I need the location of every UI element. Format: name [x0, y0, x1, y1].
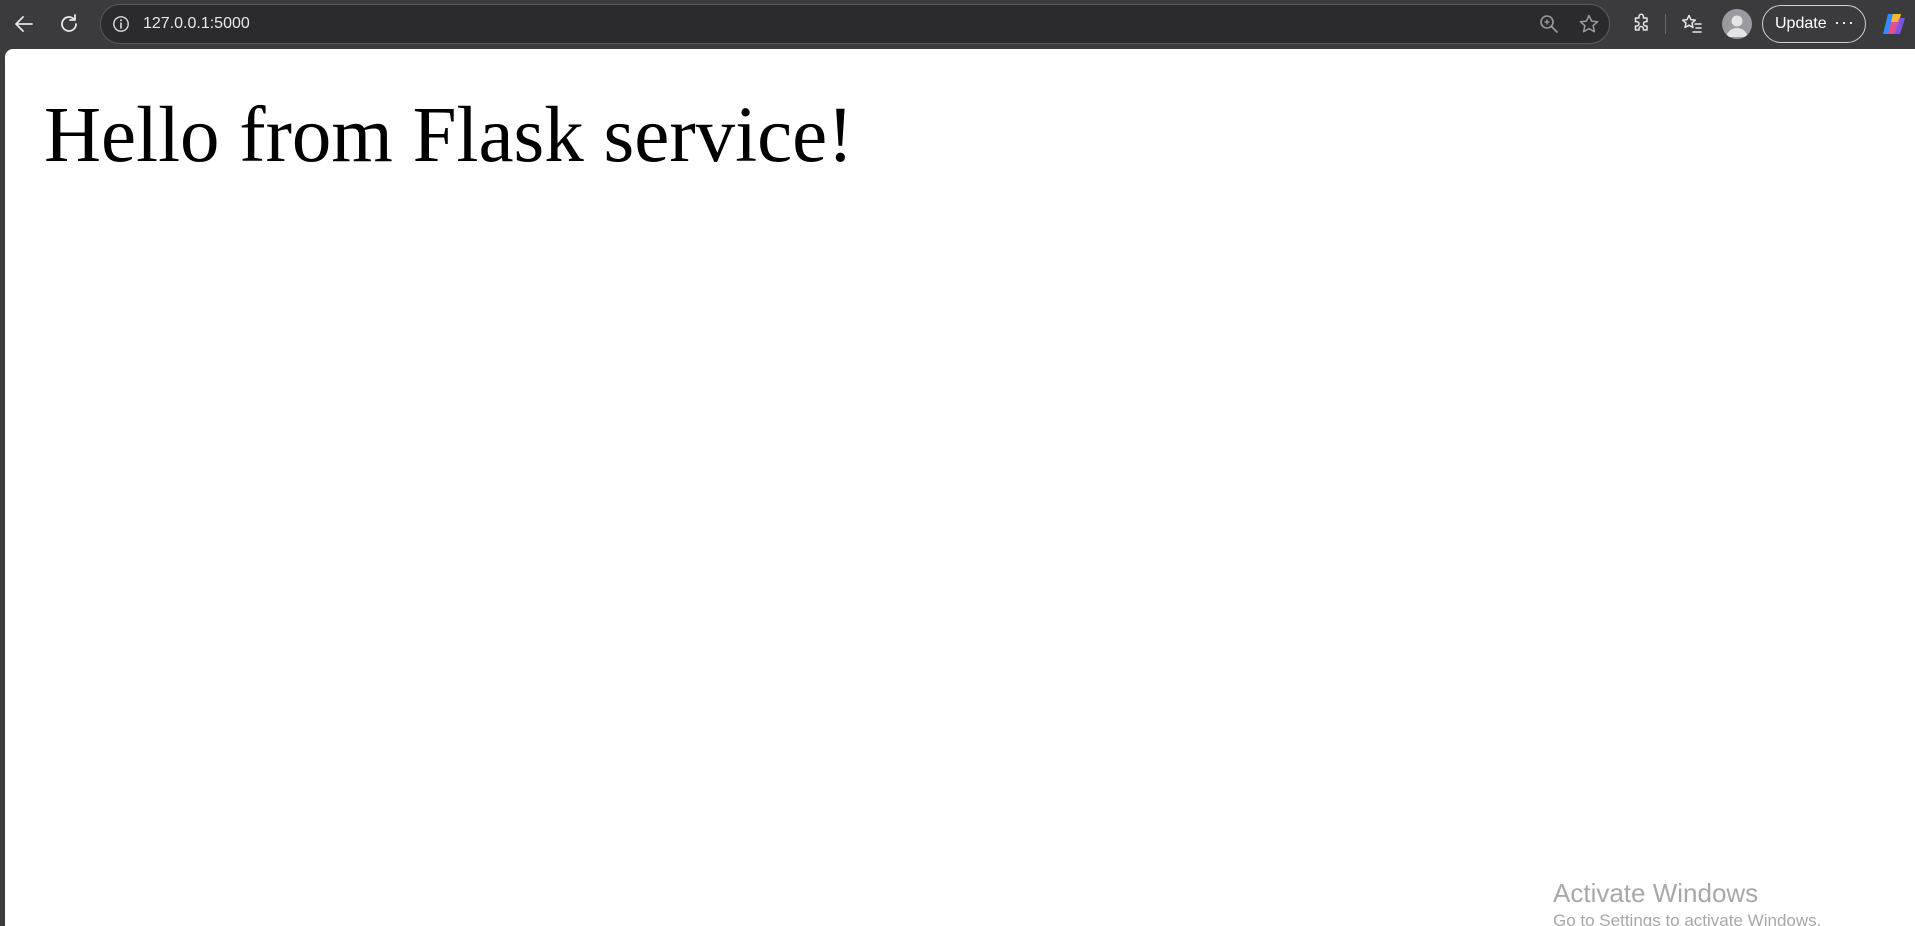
page-heading: Hello from Flask service! — [44, 92, 854, 179]
puzzle-icon — [1634, 13, 1648, 31]
zoom-in-icon — [1540, 15, 1558, 33]
reload-icon — [61, 14, 77, 32]
info-icon — [113, 16, 129, 32]
site-info-button[interactable] — [111, 14, 131, 34]
favorites-button[interactable] — [1674, 6, 1710, 42]
zoom-button[interactable] — [1537, 12, 1561, 36]
more-options-icon[interactable]: ··· — [1834, 6, 1855, 38]
star-icon — [1579, 14, 1599, 33]
back-arrow-icon — [15, 16, 33, 32]
browser-toolbar: 127.0.0.1:5000 Update ··· — [0, 0, 1915, 48]
watermark-title: Activate Windows — [1553, 878, 1759, 908]
watermark-subtitle: Go to Settings to activate Windows. — [1553, 911, 1822, 926]
extensions-button[interactable] — [1624, 6, 1660, 42]
activate-windows-watermark: Activate Windows Go to Settings to activ… — [1553, 877, 1821, 926]
update-button[interactable]: Update ··· — [1762, 5, 1866, 43]
profile-button[interactable] — [1722, 9, 1752, 39]
favorite-button[interactable] — [1577, 12, 1601, 36]
copilot-button[interactable] — [1880, 10, 1908, 38]
toolbar-separator — [1665, 14, 1666, 34]
copilot-icon — [1883, 14, 1905, 34]
profile-icon — [1726, 15, 1748, 37]
update-label: Update — [1775, 15, 1827, 32]
page-viewport: Hello from Flask service! Activate Windo… — [5, 49, 1915, 926]
back-button[interactable] — [6, 6, 42, 42]
reload-button[interactable] — [51, 6, 87, 42]
address-bar[interactable]: 127.0.0.1:5000 — [100, 4, 1610, 44]
favorites-icon — [1681, 14, 1702, 33]
url-text[interactable]: 127.0.0.1:5000 — [143, 5, 250, 43]
